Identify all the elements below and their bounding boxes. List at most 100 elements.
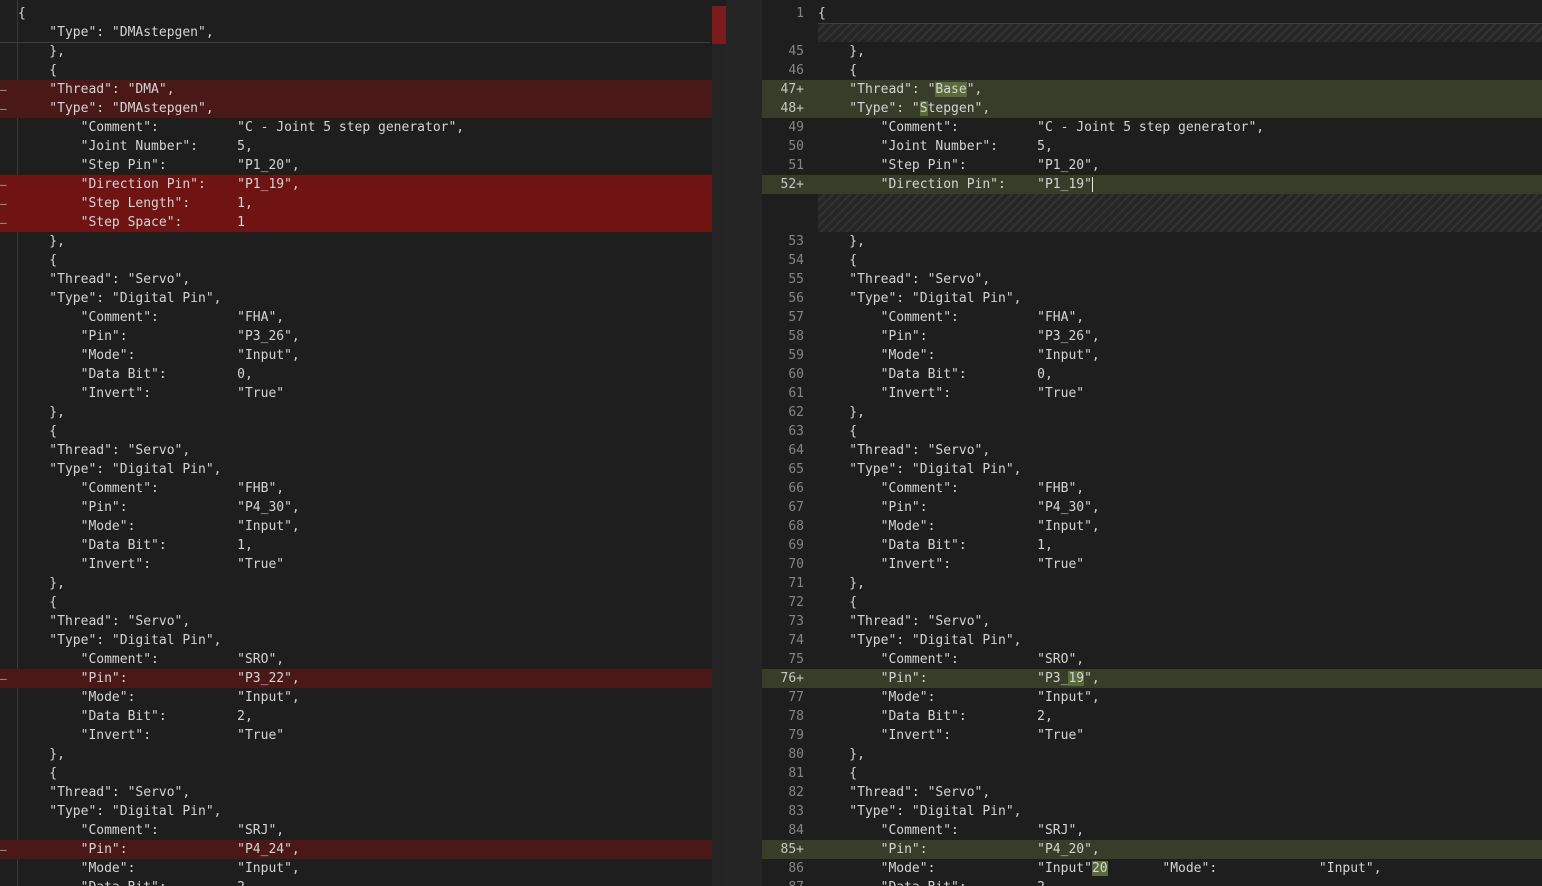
code-line[interactable]: 87 "Data Bit": 2, [762, 878, 1542, 886]
code-line[interactable]: 83 "Type": "Digital Pin", [762, 802, 1542, 821]
left-scrollbar[interactable] [712, 6, 726, 886]
code-line[interactable]: 55 "Thread": "Servo", [762, 270, 1542, 289]
code-text: "Mode": "Input", [818, 690, 1100, 705]
removed-line[interactable]: — "Direction Pin": "P1_19", [0, 175, 726, 194]
code-line[interactable]: }, [0, 232, 726, 251]
code-line[interactable]: { [0, 422, 726, 441]
code-line[interactable]: "Pin": "P4_30", [0, 498, 726, 517]
code-line[interactable]: 63 { [762, 422, 1542, 441]
code-line[interactable]: { [0, 61, 726, 80]
code-line[interactable]: 60 "Data Bit": 0, [762, 365, 1542, 384]
code-line[interactable]: "Data Bit": 2, [0, 707, 726, 726]
code-line[interactable]: 54 { [762, 251, 1542, 270]
code-text: "Invert": "True" [818, 557, 1085, 572]
code-line[interactable]: 79 "Invert": "True" [762, 726, 1542, 745]
code-line[interactable]: "Invert": "True" [0, 555, 726, 574]
code-line[interactable]: 84 "Comment": "SRJ", [762, 821, 1542, 840]
code-line[interactable]: 45 }, [762, 42, 1542, 61]
code-line[interactable]: { [0, 764, 726, 783]
code-line[interactable]: 77 "Mode": "Input", [762, 688, 1542, 707]
code-line[interactable]: "Type": "Digital Pin", [0, 802, 726, 821]
added-line[interactable]: 48+ "Type": "Stepgen", [762, 99, 1542, 118]
code-line[interactable]: 82 "Thread": "Servo", [762, 783, 1542, 802]
code-line[interactable]: 81 { [762, 764, 1542, 783]
code-line[interactable]: { [0, 593, 726, 612]
removed-line[interactable]: — "Pin": "P3_22", [0, 669, 726, 688]
code-line[interactable]: "Comment": "FHB", [0, 479, 726, 498]
code-line[interactable]: "Pin": "P3_26", [0, 327, 726, 346]
code-line[interactable]: 70 "Invert": "True" [762, 555, 1542, 574]
code-line[interactable]: 1{ [762, 4, 1542, 23]
removed-line[interactable]: — "Thread": "DMA", [0, 80, 726, 99]
code-line[interactable]: "Comment": "SRO", [0, 650, 726, 669]
code-line[interactable]: 59 "Mode": "Input", [762, 346, 1542, 365]
code-line[interactable]: }, [0, 403, 726, 422]
code-line[interactable]: "Thread": "Servo", [0, 270, 726, 289]
code-line[interactable]: "Comment": "C - Joint 5 step generator", [0, 118, 726, 137]
code-line[interactable]: 64 "Thread": "Servo", [762, 441, 1542, 460]
code-line[interactable]: "Joint Number": 5, [0, 137, 726, 156]
code-line[interactable]: 68 "Mode": "Input", [762, 517, 1542, 536]
code-line[interactable]: "Thread": "Servo", [0, 441, 726, 460]
code-line[interactable]: 56 "Type": "Digital Pin", [762, 289, 1542, 308]
code-line[interactable]: "Type": "Digital Pin", [0, 289, 726, 308]
code-line[interactable]: "Thread": "Servo", [0, 783, 726, 802]
code-line[interactable]: 58 "Pin": "P3_26", [762, 327, 1542, 346]
code-line[interactable]: "Comment": "SRJ", [0, 821, 726, 840]
code-line[interactable]: 67 "Pin": "P4_30", [762, 498, 1542, 517]
removed-line[interactable]: — "Type": "DMAstepgen", [0, 99, 726, 118]
code-line[interactable]: "Data Bit": 0, [0, 365, 726, 384]
code-line[interactable]: 80 }, [762, 745, 1542, 764]
code-line[interactable]: "Thread": "Servo", [0, 612, 726, 631]
code-line[interactable]: }, [0, 745, 726, 764]
code-line[interactable]: "Data Bit": 1, [0, 536, 726, 555]
code-line[interactable]: "Invert": "True" [0, 384, 726, 403]
original-editor-pane[interactable]: { "Type": "DMAstepgen", }, {— "Thread": … [0, 0, 726, 886]
modified-editor-pane[interactable]: 1{45 }, 46 {47+ "Thread": "Base", 48+ "Typ… [762, 0, 1542, 886]
code-line[interactable]: 75 "Comment": "SRO", [762, 650, 1542, 669]
code-line[interactable]: "Type": "Digital Pin", [0, 460, 726, 479]
code-line[interactable]: 61 "Invert": "True" [762, 384, 1542, 403]
diff-splitter[interactable] [726, 0, 762, 886]
added-line[interactable]: 76+ "Pin": "P3_19", [762, 669, 1542, 688]
code-line[interactable]: 73 "Thread": "Servo", [762, 612, 1542, 631]
code-line[interactable]: 66 "Comment": "FHB", [762, 479, 1542, 498]
code-line[interactable]: { [0, 251, 726, 270]
code-line[interactable]: 69 "Data Bit": 1, [762, 536, 1542, 555]
code-line[interactable]: }, [0, 42, 726, 61]
code-line[interactable]: "Type": "Digital Pin", [0, 631, 726, 650]
code-line[interactable]: "Mode": "Input", [0, 346, 726, 365]
removed-line[interactable]: — "Step Length": 1, [0, 194, 726, 213]
code-line[interactable]: 53 }, [762, 232, 1542, 251]
code-line[interactable]: 71 }, [762, 574, 1542, 593]
code-line[interactable]: "Mode": "Input", [0, 517, 726, 536]
code-line[interactable]: 46 { [762, 61, 1542, 80]
code-line[interactable]: "Type": "DMAstepgen", [0, 23, 726, 42]
code-line[interactable]: 51 "Step Pin": "P1_20", [762, 156, 1542, 175]
code-line[interactable]: 50 "Joint Number": 5, [762, 137, 1542, 156]
removed-line[interactable]: — "Step Space": 1 [0, 213, 726, 232]
code-line[interactable]: 57 "Comment": "FHA", [762, 308, 1542, 327]
code-line[interactable]: 62 }, [762, 403, 1542, 422]
code-line[interactable]: { [0, 4, 726, 23]
code-line[interactable]: }, [0, 574, 726, 593]
line-number: 48+ [780, 101, 804, 116]
code-line[interactable]: 74 "Type": "Digital Pin", [762, 631, 1542, 650]
added-line[interactable]: 47+ "Thread": "Base", [762, 80, 1542, 99]
code-line[interactable]: 78 "Data Bit": 2, [762, 707, 1542, 726]
code-line[interactable]: 72 { [762, 593, 1542, 612]
added-line[interactable]: 52+ "Direction Pin": "P1_19" [762, 175, 1542, 194]
code-line[interactable]: "Comment": "FHA", [0, 308, 726, 327]
code-line[interactable]: 49 "Comment": "C - Joint 5 step generato… [762, 118, 1542, 137]
removed-line[interactable]: — "Pin": "P4_24", [0, 840, 726, 859]
code-line[interactable]: 65 "Type": "Digital Pin", [762, 460, 1542, 479]
code-line[interactable]: "Data Bit": 2, [0, 878, 726, 886]
code-line[interactable]: "Mode": "Input", [0, 859, 726, 878]
code-line[interactable]: "Step Pin": "P1_20", [0, 156, 726, 175]
code-line[interactable]: 86 "Mode": "Input"20 "Mode": "Input", [762, 859, 1542, 878]
code-text: "Pin": "P4_30", [18, 500, 300, 515]
code-line[interactable]: "Mode": "Input", [0, 688, 726, 707]
added-line[interactable]: 85+ "Pin": "P4_20", [762, 840, 1542, 859]
code-text: "Type": "Digital Pin", [818, 804, 1022, 819]
code-line[interactable]: "Invert": "True" [0, 726, 726, 745]
